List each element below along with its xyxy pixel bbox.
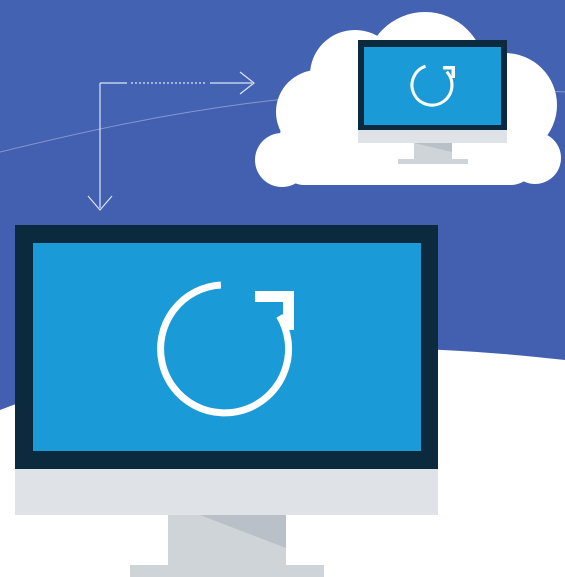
sync-illustration: [0, 0, 565, 577]
